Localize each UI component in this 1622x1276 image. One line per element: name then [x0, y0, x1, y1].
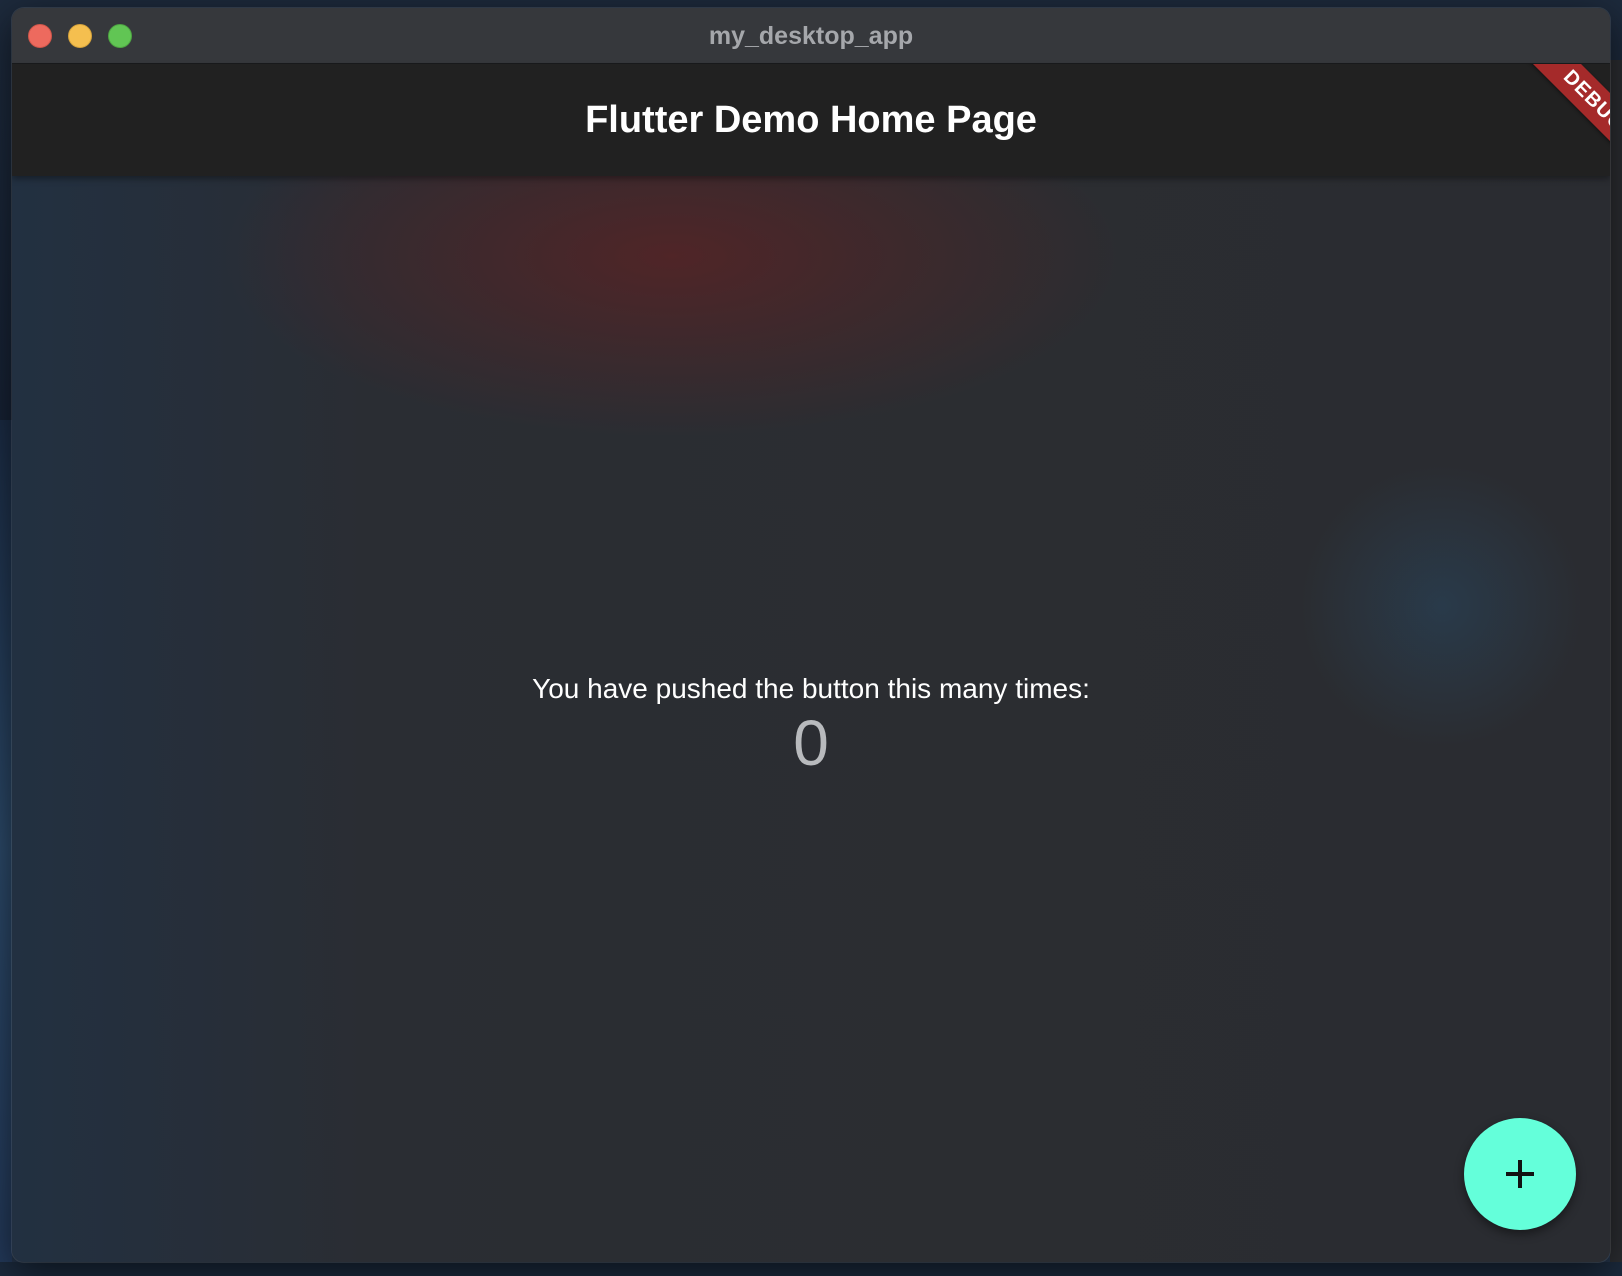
counter-value: 0: [793, 707, 829, 779]
increment-button[interactable]: [1464, 1118, 1576, 1230]
desktop-background-bottom: [0, 1262, 1622, 1276]
app-window: my_desktop_app Flutter Demo Home Page DE…: [12, 8, 1610, 1262]
window-titlebar[interactable]: my_desktop_app: [12, 8, 1610, 64]
main-content: You have pushed the button this many tim…: [12, 176, 1610, 1262]
counter-label: You have pushed the button this many tim…: [532, 673, 1090, 704]
desktop-background-right: [1610, 60, 1622, 1276]
desktop-background-left: [0, 420, 12, 1276]
page-title: Flutter Demo Home Page: [585, 99, 1037, 141]
app-bar: Flutter Demo Home Page: [12, 64, 1610, 176]
counter-block: You have pushed the button this many tim…: [12, 671, 1610, 779]
plus-icon: [1506, 1160, 1534, 1188]
window-title: my_desktop_app: [708, 22, 914, 50]
